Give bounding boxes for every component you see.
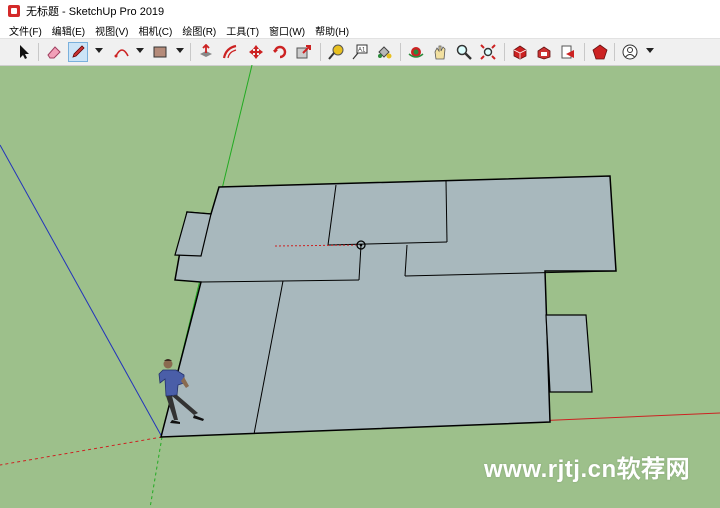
arc-tool-icon[interactable]: [112, 42, 132, 62]
push-pull-tool-icon[interactable]: [196, 42, 216, 62]
shape-tools-dropdown[interactable]: [176, 48, 184, 53]
toolbar-separator: [614, 43, 615, 61]
eraser-tool-icon[interactable]: [44, 42, 64, 62]
menu-bar: 文件(F) 编辑(E) 视图(V) 相机(C) 绘图(R) 工具(T) 窗口(W…: [0, 22, 720, 38]
menu-tools[interactable]: 工具(T): [221, 23, 264, 38]
scale-tool-icon[interactable]: [294, 42, 314, 62]
toolbar-separator: [190, 43, 191, 61]
toolbar-separator: [584, 43, 585, 61]
menu-file[interactable]: 文件(F): [0, 23, 47, 38]
pencil-line-tool-icon[interactable]: [68, 42, 88, 62]
menu-view[interactable]: 视图(V): [90, 23, 133, 38]
paint-bucket-tool-icon[interactable]: [374, 42, 394, 62]
main-toolbar: A1: [0, 38, 720, 66]
arc-tools-dropdown[interactable]: [136, 48, 144, 53]
toolbar-separator: [320, 43, 321, 61]
title-bar: 无标题 - SketchUp Pro 2019: [0, 0, 720, 22]
green-axis-negative: [149, 436, 163, 508]
cursor-endpoint-dot: [359, 243, 363, 247]
watermark-text: www.rjtj.cn软荐网: [484, 456, 691, 483]
extension-warehouse-icon[interactable]: [534, 42, 554, 62]
menu-help[interactable]: 帮助(H): [310, 23, 354, 38]
menu-window[interactable]: 窗口(W): [264, 23, 310, 38]
modeling-viewport[interactable]: [0, 65, 720, 508]
3d-warehouse-icon[interactable]: [510, 42, 530, 62]
floor-plan-face[interactable]: [160, 175, 617, 438]
pan-tool-icon[interactable]: [430, 42, 450, 62]
extension-manager-icon[interactable]: [590, 42, 610, 62]
toolbar-separator: [38, 43, 39, 61]
move-tool-icon[interactable]: [246, 42, 266, 62]
select-tool-icon[interactable]: [14, 42, 34, 62]
line-tools-dropdown[interactable]: [95, 48, 103, 53]
rectangle-tool-icon[interactable]: [150, 42, 170, 62]
red-axis-negative: [0, 436, 163, 466]
window-title: 无标题 - SketchUp Pro 2019: [26, 6, 165, 18]
offset-tool-icon[interactable]: [220, 42, 240, 62]
zoom-tool-icon[interactable]: [454, 42, 474, 62]
zoom-extents-tool-icon[interactable]: [478, 42, 498, 62]
sketchup-logo-icon: [8, 5, 20, 17]
right-extension-face[interactable]: [545, 314, 593, 393]
rotate-tool-icon[interactable]: [270, 42, 290, 62]
text-tool-glyph: A1: [358, 48, 366, 54]
text-tool-icon[interactable]: A1: [350, 42, 370, 62]
menu-edit[interactable]: 编辑(E): [47, 23, 90, 38]
send-to-layout-icon[interactable]: [558, 42, 578, 62]
tape-measure-tool-icon[interactable]: [326, 42, 346, 62]
toolbar-separator: [504, 43, 505, 61]
user-account-icon[interactable]: [620, 42, 640, 62]
menu-draw[interactable]: 绘图(R): [177, 23, 221, 38]
blue-axis-line: [0, 144, 163, 438]
orbit-tool-icon[interactable]: [406, 42, 426, 62]
menu-camera[interactable]: 相机(C): [133, 23, 177, 38]
account-dropdown[interactable]: [646, 48, 654, 53]
toolbar-separator: [400, 43, 401, 61]
scene-canvas[interactable]: [0, 65, 720, 508]
